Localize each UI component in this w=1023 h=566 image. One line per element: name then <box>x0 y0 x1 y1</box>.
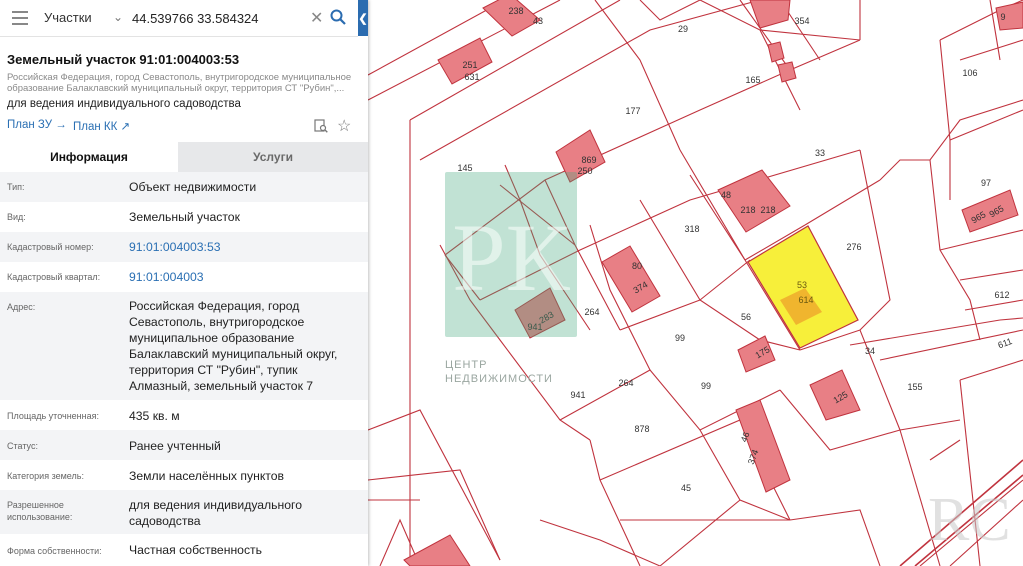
info-label: Адрес: <box>7 302 36 312</box>
chevron-left-icon: ❮ <box>358 12 368 25</box>
info-label: Категория земель: <box>7 471 84 481</box>
parcel-number-label: 354 <box>794 16 809 26</box>
info-row-permitted-use: Разрешенное использование: для ведения и… <box>0 490 368 534</box>
parcel-number-label: 869 <box>581 155 596 165</box>
plan-kk-link[interactable]: План КК ↗ <box>73 119 130 133</box>
parcel-number-label: 145 <box>457 163 472 173</box>
parcel-number-label: 631 <box>464 72 479 82</box>
external-link-icon: ↗ <box>120 121 131 133</box>
parcel-number-label: 33 <box>815 148 825 158</box>
info-row-ownership: Форма собственности: Частная собственнос… <box>0 534 368 566</box>
parcel-number-label: 45 <box>681 483 691 493</box>
tab-bar: Информация Услуги <box>0 142 368 172</box>
tab-information[interactable]: Информация <box>0 142 178 172</box>
info-value: Российская Федерация, город Севастополь,… <box>129 299 338 393</box>
info-value: для ведения индивидуального садоводства <box>129 498 302 528</box>
parcel-number-label: 99 <box>701 381 711 391</box>
info-label: Тип: <box>7 182 25 192</box>
parcel-number-label: 318 <box>684 224 699 234</box>
document-search-icon[interactable] <box>314 119 328 133</box>
parcel-number-label: 9 <box>1000 12 1005 22</box>
info-row-area: Площадь уточненная: 435 кв. м <box>0 400 368 430</box>
parcel-number-label: 612 <box>994 290 1009 300</box>
info-value: Земельный участок <box>129 210 240 224</box>
chevron-down-icon[interactable]: ⌄ <box>113 10 123 24</box>
parcel-number-label: 264 <box>618 378 633 388</box>
cadastral-number-link[interactable]: 91:01:004003:53 <box>129 239 359 255</box>
arrow-right-icon: → <box>55 119 67 131</box>
info-row-type: Тип: Объект недвижимости <box>0 172 368 202</box>
parcel-number-label: 99 <box>675 333 685 343</box>
info-value: Земли населённых пунктов <box>129 469 284 483</box>
plan-kk-label: План КК <box>73 121 118 133</box>
layer-select[interactable]: Участки <box>44 10 92 25</box>
plan-zu-link[interactable]: План ЗУ → <box>7 119 67 131</box>
search-icon[interactable] <box>330 9 346 25</box>
info-value: 435 кв. м <box>129 409 180 423</box>
parcel-number-label: 155 <box>907 382 922 392</box>
svg-text:RC: RC <box>928 486 1011 554</box>
svg-text:РК: РК <box>452 204 570 311</box>
parcel-number-label: 238 <box>508 6 523 16</box>
info-row-cadastral-number: Кадастровый номер: 91:01:004003:53 <box>0 232 368 262</box>
parcel-number-label: 80 <box>632 261 642 271</box>
parcel-address-short: Российская Федерация, город Севастополь,… <box>7 72 352 94</box>
svg-text:ЦЕНТР: ЦЕНТР <box>445 359 487 371</box>
info-value: Ранее учтенный <box>129 439 221 453</box>
info-row-address: Адрес: Российская Федерация, город Севас… <box>0 292 368 400</box>
parcel-number-label: 43 <box>533 16 543 26</box>
info-panel: Участки ⌄ ✕ ❮ Земельный участок 91:01:00… <box>0 0 368 566</box>
parcel-number-label: 250 <box>577 166 592 176</box>
parcel-number-label: 614 <box>798 295 813 305</box>
parcel-number-label: 106 <box>962 68 977 78</box>
watermark-logo: РК <box>445 172 577 337</box>
parcel-number-label: 34 <box>865 346 875 356</box>
info-label: Форма собственности: <box>7 546 102 556</box>
search-input[interactable] <box>132 8 302 28</box>
corner-watermark: RC <box>928 486 1011 554</box>
info-label: Статус: <box>7 441 38 451</box>
close-icon[interactable]: ✕ <box>310 8 323 28</box>
info-row-status: Статус: Ранее учтенный <box>0 430 368 460</box>
parcel-number-label: 53 <box>797 280 807 290</box>
parcel-number-label: 29 <box>678 24 688 34</box>
parcel-number-label: 218 <box>760 205 775 215</box>
parcel-number-label: 251 <box>462 60 477 70</box>
info-label: Кадастровый квартал: <box>7 272 101 282</box>
info-row-kind: Вид: Земельный участок <box>0 202 368 232</box>
parcel-number-label: 941 <box>570 390 585 400</box>
parcel-number-label: 276 <box>846 242 861 252</box>
tab-services[interactable]: Услуги <box>178 142 368 172</box>
collapse-panel-button[interactable]: ❮ <box>358 0 368 36</box>
parcel-purpose: для ведения индивидуального садоводства <box>7 98 241 110</box>
menu-icon[interactable] <box>12 11 28 25</box>
parcel-number-label: 218 <box>740 205 755 215</box>
parcel-number-label: 56 <box>741 312 751 322</box>
info-row-land-category: Категория земель: Земли населённых пункт… <box>0 460 368 490</box>
info-row-cadastral-block: Кадастровый квартал: 91:01:004003 <box>0 262 368 292</box>
parcel-number-label: 97 <box>981 178 991 188</box>
info-label: Площадь уточненная: <box>7 411 99 421</box>
star-icon[interactable]: ☆ <box>337 116 351 136</box>
parcel-number-label: 48 <box>721 190 731 200</box>
svg-text:НЕДВИЖИМОСТИ: НЕДВИЖИМОСТИ <box>445 373 553 385</box>
cadastral-block-link[interactable]: 91:01:004003 <box>129 269 359 285</box>
parcel-number-label: 165 <box>745 75 760 85</box>
info-value: Частная собственность <box>129 543 262 557</box>
parcel-number-label: 264 <box>584 307 599 317</box>
info-value: Объект недвижимости <box>129 180 257 194</box>
parcel-number-label: 177 <box>625 106 640 116</box>
info-label: Кадастровый номер: <box>7 242 94 252</box>
info-label: Разрешенное использование: <box>7 500 73 522</box>
parcel-number-label: 878 <box>634 424 649 434</box>
parcel-title: Земельный участок 91:01:004003:53 <box>7 52 240 67</box>
info-label: Вид: <box>7 212 26 222</box>
plan-zu-label: План ЗУ <box>7 119 53 131</box>
search-bar: Участки ⌄ ✕ <box>0 0 358 37</box>
